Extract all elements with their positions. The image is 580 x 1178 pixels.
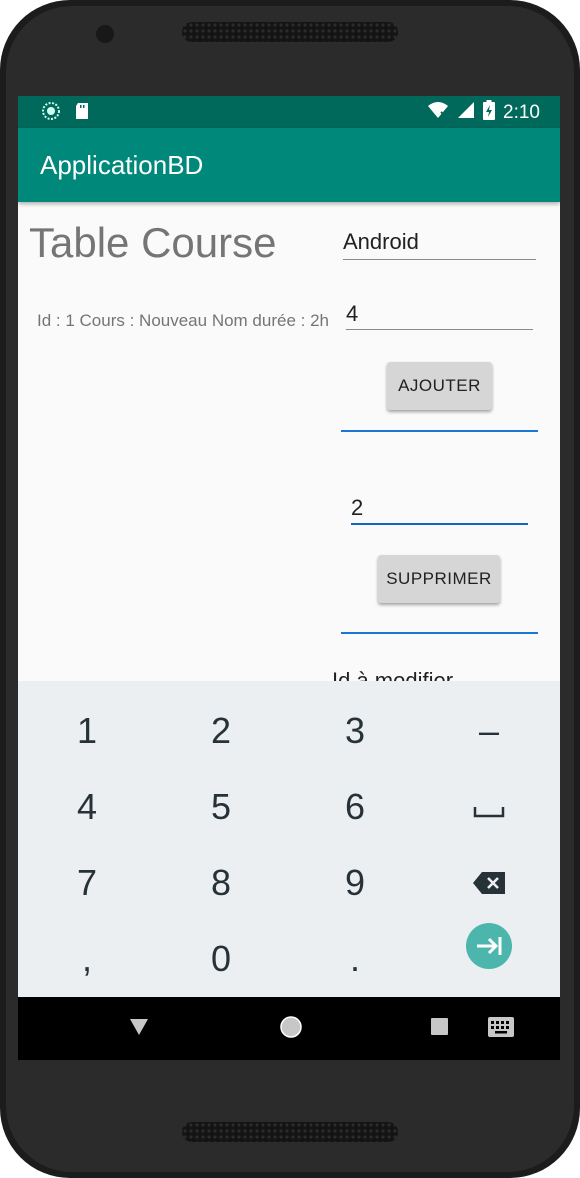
key-0[interactable]: 0 — [154, 921, 288, 997]
home-icon — [279, 1015, 303, 1043]
course-duration-underline — [346, 329, 533, 330]
battery-icon — [483, 100, 496, 126]
key-period[interactable]: . — [288, 921, 422, 997]
key-6[interactable]: 6 — [288, 769, 422, 845]
next-icon — [465, 922, 513, 979]
delete-id-underline — [351, 523, 528, 525]
key-space[interactable] — [422, 769, 556, 845]
recents-button[interactable] — [418, 997, 460, 1060]
back-button[interactable] — [118, 997, 160, 1060]
recents-icon — [430, 1018, 448, 1039]
course-name-input[interactable] — [343, 227, 533, 257]
key-2[interactable]: 2 — [154, 693, 288, 769]
course-name-underline — [343, 259, 536, 260]
status-bar: 2:10 — [18, 96, 560, 128]
key-9[interactable]: 9 — [288, 845, 422, 921]
numeric-keyboard: 1 2 3 – 4 5 6 7 8 9 , 0 . — [18, 681, 560, 997]
back-icon — [129, 1018, 149, 1040]
key-next[interactable] — [422, 912, 556, 988]
key-backspace[interactable] — [422, 845, 556, 921]
backspace-icon — [472, 862, 506, 904]
home-button[interactable] — [270, 997, 312, 1060]
sd-card-icon — [74, 102, 90, 124]
space-icon — [473, 786, 505, 828]
course-duration-input[interactable] — [346, 299, 531, 329]
keyboard-switch-button[interactable] — [480, 997, 522, 1060]
empty-field-underline[interactable] — [341, 430, 538, 432]
key-7[interactable]: 7 — [20, 845, 154, 921]
add-button[interactable]: AJOUTER — [387, 362, 492, 410]
key-1[interactable]: 1 — [20, 693, 154, 769]
record-text: Id : 1 Cours : Nouveau Nom durée : 2h — [37, 311, 329, 330]
page-title: Table Course — [29, 219, 277, 266]
key-5[interactable]: 5 — [154, 769, 288, 845]
device-frame: 2:10 ApplicationBD Table Course Id : 1 C… — [0, 0, 580, 1178]
main-content: Table Course Id : 1 Cours : Nouveau Nom … — [18, 202, 560, 681]
key-3[interactable]: 3 — [288, 693, 422, 769]
screen: 2:10 ApplicationBD Table Course Id : 1 C… — [18, 96, 560, 1060]
bottom-speaker — [182, 1122, 398, 1142]
second-empty-field-underline[interactable] — [341, 632, 538, 634]
loading-icon — [42, 102, 60, 124]
wifi-icon — [427, 101, 449, 125]
front-camera — [96, 25, 114, 43]
delete-button[interactable]: SUPPRIMER — [378, 555, 500, 603]
keyboard-switch-icon — [488, 1016, 514, 1041]
key-4[interactable]: 4 — [20, 769, 154, 845]
navigation-bar — [18, 997, 560, 1060]
clock: 2:10 — [503, 102, 540, 123]
top-speaker — [182, 22, 398, 42]
app-bar: ApplicationBD — [18, 128, 560, 202]
app-title: ApplicationBD — [40, 150, 204, 180]
key-comma[interactable]: , — [20, 921, 154, 997]
delete-id-input[interactable] — [351, 493, 521, 523]
signal-icon — [457, 101, 475, 125]
key-8[interactable]: 8 — [154, 845, 288, 921]
key-minus[interactable]: – — [422, 693, 556, 769]
